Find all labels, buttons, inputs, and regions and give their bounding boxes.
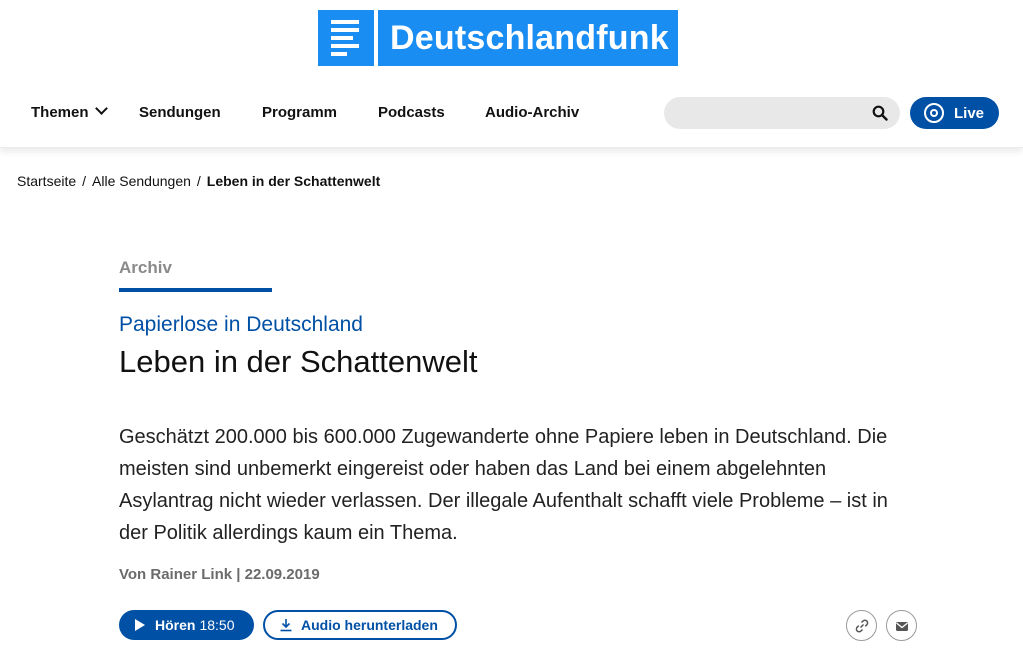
download-icon — [280, 619, 292, 632]
article-overline: Papierlose in Deutschland — [119, 313, 363, 336]
mail-icon — [895, 621, 908, 631]
download-label: Audio herunterladen — [301, 617, 438, 633]
live-label: Live — [954, 104, 985, 122]
nav-item-label: Themen — [31, 104, 89, 121]
audio-duration: 18:50 — [199, 617, 235, 633]
article-kicker: Archiv — [119, 258, 172, 277]
chevron-down-icon — [94, 102, 108, 115]
nav-item-themen[interactable]: Themen — [31, 102, 108, 121]
search-icon[interactable] — [872, 105, 888, 121]
play-audio-button[interactable]: Hören 18:50 — [119, 610, 254, 640]
search-bar — [664, 97, 900, 129]
deutschlandfunk-logo[interactable]: Deutschlandfunk — [318, 10, 678, 66]
nav-item-sendungen[interactable]: Sendungen — [139, 104, 221, 121]
breadcrumb: Startseite / Alle Sendungen / Leben in der S… — [17, 173, 380, 189]
breadcrumb-startseite[interactable]: Startseite — [17, 173, 76, 189]
article-headline: Leben in der Schattenwelt — [119, 344, 478, 379]
logo-wordmark: Deutschlandfunk — [378, 10, 678, 66]
breadcrumb-separator: / — [196, 173, 201, 189]
play-label: Hören — [155, 617, 196, 633]
kicker-divider — [119, 288, 272, 292]
download-audio-button[interactable]: Audio herunterladen — [263, 610, 457, 640]
play-icon — [135, 619, 145, 631]
article-teaser: Geschätzt 200.000 bis 600.000 Zugewander… — [119, 426, 888, 544]
nav-item-podcasts[interactable]: Podcasts — [378, 104, 445, 121]
logo-mark-icon — [318, 10, 374, 66]
search-input[interactable] — [664, 97, 854, 129]
breadcrumb-alle-sendungen[interactable]: Alle Sendungen — [92, 173, 191, 189]
link-icon — [855, 618, 868, 633]
breadcrumb-separator: / — [82, 173, 87, 189]
breadcrumb-current: Leben in der Schattenwelt — [206, 173, 381, 189]
copy-link-button[interactable] — [846, 610, 877, 641]
article-byline: Von Rainer Link | 22.09.2019 — [119, 566, 320, 583]
live-radio-icon — [924, 103, 944, 123]
nav-item-programm[interactable]: Programm — [262, 104, 337, 121]
live-button[interactable]: Live — [910, 97, 999, 129]
nav-item-audio-archiv[interactable]: Audio-Archiv — [485, 104, 579, 121]
share-mail-button[interactable] — [886, 610, 917, 641]
main-navigation: Themen Sendungen Programm Podcasts Audio… — [0, 82, 1023, 148]
